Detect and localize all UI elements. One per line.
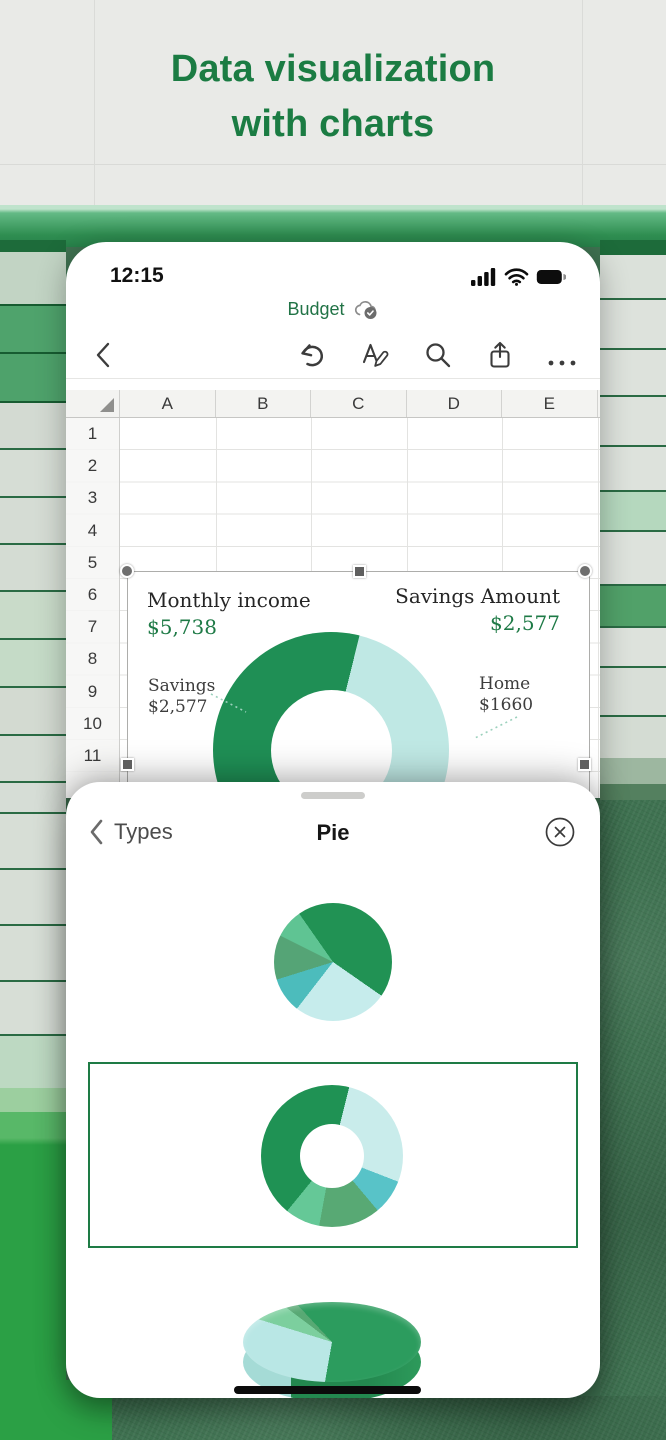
sheet-drag-handle[interactable] — [301, 792, 365, 799]
selection-handle-mid-left[interactable] — [121, 758, 134, 771]
selection-handle-top-right[interactable] — [578, 564, 592, 578]
kpi-monthly-income-label: Monthly income — [147, 588, 311, 612]
column-header-E[interactable]: E — [502, 390, 598, 417]
hero-gridline-horizontal — [0, 164, 666, 165]
more-options-icon[interactable] — [547, 348, 577, 378]
chart-type-bottom-sheet: Pie Types — [66, 782, 600, 1398]
chart-type-option-pie[interactable] — [274, 903, 392, 1021]
selection-handle-top-left[interactable] — [120, 564, 134, 578]
page-title-line2: with charts — [0, 97, 666, 152]
toolbar-divider — [66, 378, 600, 379]
row-header-1[interactable]: 1 — [66, 418, 119, 450]
row-header-8[interactable]: 8 — [66, 643, 119, 675]
sheet-back-button[interactable]: Types — [88, 818, 173, 846]
undo-icon[interactable] — [296, 340, 326, 370]
row-header-11[interactable]: 11 — [66, 740, 119, 772]
doughnut-preview-hole — [300, 1124, 364, 1188]
document-title-row: Budget — [66, 299, 600, 320]
chart-object[interactable]: Monthly income $5,738 Savings Amount $2,… — [127, 571, 590, 798]
kpi-savings-amount-label: Savings Amount — [395, 584, 560, 608]
sheet-header: Pie Types — [66, 812, 600, 858]
phone-mockup: 12:15 Budget — [66, 242, 600, 798]
row-header-2[interactable]: 2 — [66, 450, 119, 482]
select-all-triangle-icon — [100, 398, 114, 412]
green-band — [0, 205, 666, 247]
row-header-3[interactable]: 3 — [66, 482, 119, 514]
row-header-5[interactable]: 5 — [66, 547, 119, 579]
wifi-icon — [504, 268, 529, 286]
document-title[interactable]: Budget — [287, 299, 344, 320]
cloud-saved-icon — [352, 299, 379, 320]
background-stripes-left — [0, 240, 66, 1440]
column-header-C[interactable]: C — [311, 390, 407, 417]
search-icon[interactable] — [423, 340, 453, 370]
slice-label-savings: Savings $2,577 — [148, 676, 215, 718]
battery-icon — [536, 269, 566, 285]
gridline-col-e — [598, 418, 599, 798]
row-headers: 1234567891011 — [66, 418, 120, 798]
row-header-7[interactable]: 7 — [66, 611, 119, 643]
chart-type-option-pie-3d[interactable] — [243, 1302, 421, 1398]
column-header-A[interactable]: A — [120, 390, 216, 417]
home-indicator[interactable] — [234, 1386, 421, 1394]
kpi-monthly-income: Monthly income $5,738 — [147, 588, 311, 639]
back-chevron-icon — [88, 818, 104, 846]
slice-label-home: Home $1660 — [479, 674, 533, 716]
chart-type-option-doughnut-selected[interactable] — [88, 1062, 578, 1248]
background-stripes-right — [600, 240, 666, 810]
selection-handle-top-center[interactable] — [353, 565, 366, 578]
screenshot-root: { "hero": { "title_line1": "Data visuali… — [0, 0, 666, 1440]
kpi-savings-amount: Savings Amount $2,577 — [395, 584, 560, 635]
status-bar-icons — [471, 268, 566, 286]
column-header-D[interactable]: D — [407, 390, 503, 417]
column-headers: ABCDE — [120, 390, 598, 417]
toolbar — [66, 336, 600, 378]
kpi-savings-amount-value: $2,577 — [395, 611, 560, 635]
row-header-9[interactable]: 9 — [66, 676, 119, 708]
kpi-monthly-income-value: $5,738 — [147, 615, 311, 639]
page-title-line1: Data visualization — [0, 42, 666, 97]
page-title: Data visualization with charts — [0, 42, 666, 152]
pie-3d-top — [243, 1302, 421, 1382]
selection-handle-mid-right[interactable] — [578, 758, 591, 771]
share-icon[interactable] — [485, 340, 515, 370]
row-header-6[interactable]: 6 — [66, 579, 119, 611]
back-chevron-icon[interactable] — [90, 340, 120, 370]
status-bar-time: 12:15 — [110, 264, 164, 288]
spreadsheet-grid: ABCDE 1234567891011 Monthly income $5,73… — [66, 390, 600, 798]
cellular-signal-icon — [471, 268, 497, 286]
close-icon[interactable] — [544, 816, 576, 848]
sheet-back-label: Types — [114, 819, 173, 845]
column-header-row: ABCDE — [66, 390, 600, 418]
row-header-4[interactable]: 4 — [66, 515, 119, 547]
format-pen-icon[interactable] — [360, 340, 390, 370]
doughnut-preview — [261, 1085, 403, 1227]
column-header-B[interactable]: B — [216, 390, 312, 417]
row-header-10[interactable]: 10 — [66, 708, 119, 740]
background-fabric-right — [600, 800, 666, 1440]
doughnut-chart[interactable] — [213, 632, 449, 798]
background-fabric-bottom — [112, 1396, 666, 1440]
select-all-corner[interactable] — [66, 390, 120, 417]
